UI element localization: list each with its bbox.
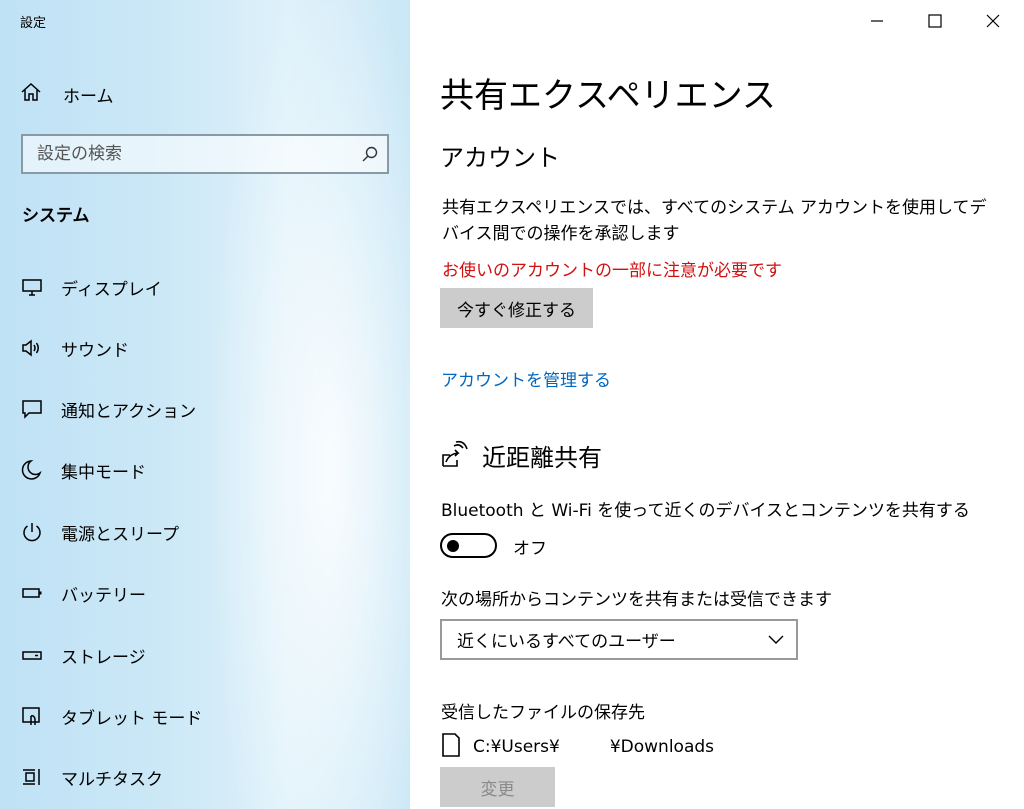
toggle-state-label: オフ: [513, 539, 547, 559]
save-path-row: C:¥Users¥ ¥Downloads: [441, 732, 714, 762]
sidebar-item-label: ストレージ: [61, 647, 146, 668]
minimize-icon: [870, 13, 884, 32]
settings-search-input[interactable]: [23, 136, 353, 172]
sidebar-item-storage[interactable]: ストレージ: [20, 640, 146, 670]
page-title: 共有エクスペリエンス: [440, 76, 776, 116]
maximize-button[interactable]: [906, 0, 964, 44]
sidebar-item-multitasking[interactable]: マルチタスク: [20, 762, 163, 792]
battery-icon: [20, 581, 44, 605]
maximize-icon: [928, 13, 942, 32]
storage-icon: [20, 643, 44, 667]
sidebar-item-notifications[interactable]: 通知とアクション: [20, 394, 196, 424]
notification-icon: [20, 397, 44, 421]
share-receive-dropdown[interactable]: 近くにいるすべてのユーザー: [440, 619, 798, 660]
account-heading: アカウント: [440, 144, 560, 172]
monitor-icon: [20, 275, 44, 299]
share-receive-label: 次の場所からコンテンツを共有または受信できます: [441, 590, 832, 610]
search-icon[interactable]: [353, 145, 387, 163]
tablet-icon: [20, 704, 44, 728]
sidebar-item-display[interactable]: ディスプレイ: [20, 272, 162, 302]
change-location-button[interactable]: 変更: [440, 767, 555, 807]
close-icon: [986, 13, 1000, 32]
sidebar-item-tablet-mode[interactable]: タブレット モード: [20, 701, 202, 731]
close-button[interactable]: [964, 0, 1022, 44]
nearby-sharing-title: 近距離共有: [482, 444, 602, 472]
sidebar-item-label: 電源とスリープ: [61, 524, 179, 545]
fix-now-button[interactable]: 今すぐ修正する: [440, 288, 593, 328]
nearby-sharing-toggle[interactable]: [440, 533, 497, 558]
document-icon: [441, 732, 461, 762]
sidebar-item-label: 集中モード: [61, 462, 146, 483]
sidebar-item-battery[interactable]: バッテリー: [20, 578, 146, 608]
sidebar-item-label: マルチタスク: [61, 769, 163, 790]
sidebar-home-label: ホーム: [63, 86, 114, 107]
sidebar-item-label: タブレット モード: [61, 708, 203, 729]
nearby-sharing-description: Bluetooth と Wi-Fi を使って近くのデバイスとコンテンツを共有する: [441, 501, 970, 521]
speaker-icon: [20, 336, 44, 360]
toggle-knob: [447, 539, 459, 552]
sidebar-section-title: システム: [22, 206, 90, 226]
sidebar-item-focus-assist[interactable]: 集中モード: [20, 455, 146, 485]
app-title: 設定: [20, 16, 47, 31]
save-path-part2: ¥Downloads: [609, 737, 715, 757]
minimize-button[interactable]: [848, 0, 906, 44]
sidebar-item-label: サウンド: [61, 340, 129, 361]
sidebar-item-power-sleep[interactable]: 電源とスリープ: [20, 517, 179, 547]
sidebar-item-label: 通知とアクション: [61, 401, 197, 422]
save-path-part1: C:¥Users¥: [473, 737, 560, 757]
power-icon: [20, 520, 44, 544]
share-receive-value: 近くにいるすべてのユーザー: [457, 632, 676, 652]
account-warning: お使いのアカウントの一部に注意が必要です: [442, 261, 782, 281]
sidebar-item-label: ディスプレイ: [61, 279, 162, 300]
sidebar-item-label: バッテリー: [61, 585, 146, 606]
multitask-icon: [20, 765, 44, 789]
home-icon: [20, 81, 42, 107]
chevron-down-icon: [768, 630, 784, 649]
save-location-label: 受信したファイルの保存先: [441, 703, 645, 723]
account-description: 共有エクスペリエンスでは、すべてのシステム アカウントを使用してデバイス間での操…: [442, 198, 987, 244]
sidebar: 設定 ホーム システム ディスプレイ サ: [0, 0, 410, 809]
nearby-sharing-heading: 近距離共有: [440, 438, 602, 473]
sidebar-item-sound[interactable]: サウンド: [20, 333, 129, 363]
manage-accounts-link[interactable]: アカウントを管理する: [441, 366, 611, 391]
sidebar-home[interactable]: ホーム: [20, 81, 114, 107]
moon-icon: [20, 458, 44, 482]
nearby-share-icon: [440, 440, 468, 472]
settings-search-box[interactable]: [21, 134, 389, 174]
